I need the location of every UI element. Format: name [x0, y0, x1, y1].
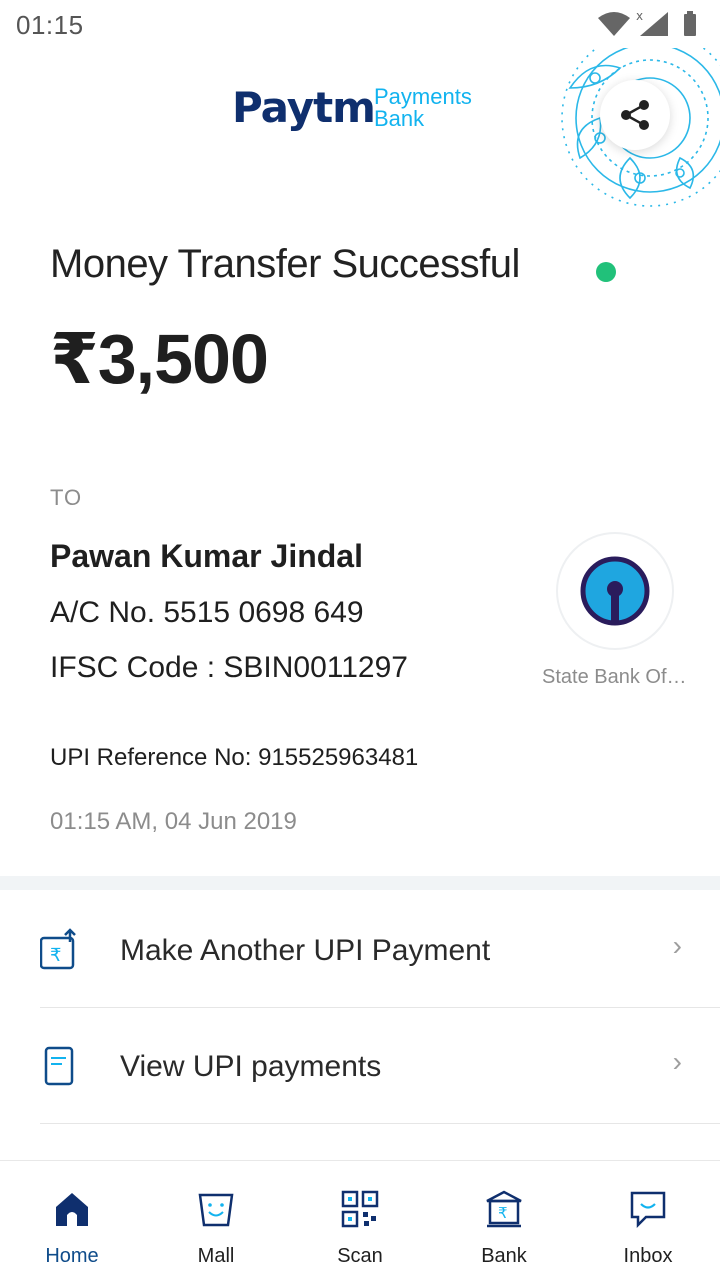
to-label: TO: [50, 485, 83, 510]
transaction-status-title: Money Transfer Successful: [50, 242, 520, 286]
nav-mall[interactable]: Mall: [144, 1161, 288, 1280]
status-time: 01:15: [16, 10, 84, 40]
nav-label: Scan: [337, 1245, 383, 1267]
battery-icon: [684, 11, 696, 36]
share-button[interactable]: [600, 80, 670, 150]
view-upi-payments-row[interactable]: View UPI payments ›: [40, 1008, 720, 1124]
account-number: A/C No. 5515 0698 649: [50, 596, 364, 629]
transaction-timestamp: 01:15 AM, 04 Jun 2019: [50, 808, 297, 835]
bank-name: State Bank Of India: [542, 666, 692, 688]
chat-icon: [630, 1191, 666, 1229]
paytm-payments-bank-logo: Paytm Payments Bank: [232, 82, 492, 134]
transaction-amount: ₹3,500: [50, 320, 269, 398]
sbi-logo-icon: [580, 556, 650, 626]
passbook-icon: [44, 1046, 74, 1086]
nav-scan[interactable]: Scan: [288, 1161, 432, 1280]
payee-name: Pawan Kumar Jindal: [50, 538, 363, 574]
wifi-icon: [598, 12, 630, 36]
nav-label: Mall: [197, 1245, 235, 1267]
upi-reference-number: UPI Reference No: 915525963481: [50, 744, 419, 771]
bank-icon: ₹: [486, 1190, 522, 1228]
upi-send-icon: ₹: [40, 928, 76, 970]
success-status-dot: [596, 262, 616, 282]
bank-logo: [556, 532, 674, 650]
qr-scan-icon: [341, 1190, 379, 1228]
svg-text:x: x: [636, 9, 643, 23]
logo-sub-line-2: Bank: [374, 106, 425, 131]
bottom-navigation: Home Mall Scan ₹ Bank Inbox: [0, 1160, 720, 1280]
nav-label: Bank: [481, 1245, 527, 1267]
ifsc-code: IFSC Code : SBIN0011297: [50, 651, 408, 684]
logo-sub-line-1: Payments: [374, 84, 472, 109]
nav-label: Inbox: [623, 1245, 673, 1267]
status-icons: x: [598, 9, 696, 36]
nav-bank[interactable]: ₹ Bank: [432, 1161, 576, 1280]
nav-label: Home: [45, 1245, 99, 1267]
action-label: Make Another UPI Payment: [120, 934, 491, 967]
chevron-right-icon: ›: [672, 1046, 682, 1077]
mall-bag-icon: [198, 1193, 234, 1227]
make-another-upi-payment-row[interactable]: ₹ Make Another UPI Payment ›: [40, 892, 720, 1008]
action-label: View UPI payments: [120, 1050, 382, 1083]
svg-text:₹: ₹: [50, 945, 61, 966]
logo-main-text: Paytm: [232, 83, 376, 132]
chevron-right-icon: ›: [672, 930, 682, 961]
svg-text:₹: ₹: [498, 1204, 508, 1222]
logo-sub-text: Payments Bank: [374, 86, 472, 130]
nav-inbox[interactable]: Inbox: [576, 1161, 720, 1280]
home-icon: [56, 1193, 88, 1226]
status-bar: 01:15 x: [0, 0, 720, 50]
section-divider: [0, 876, 720, 890]
nav-home[interactable]: Home: [0, 1161, 144, 1280]
signal-icon: x: [636, 9, 668, 36]
share-icon: [621, 100, 649, 130]
